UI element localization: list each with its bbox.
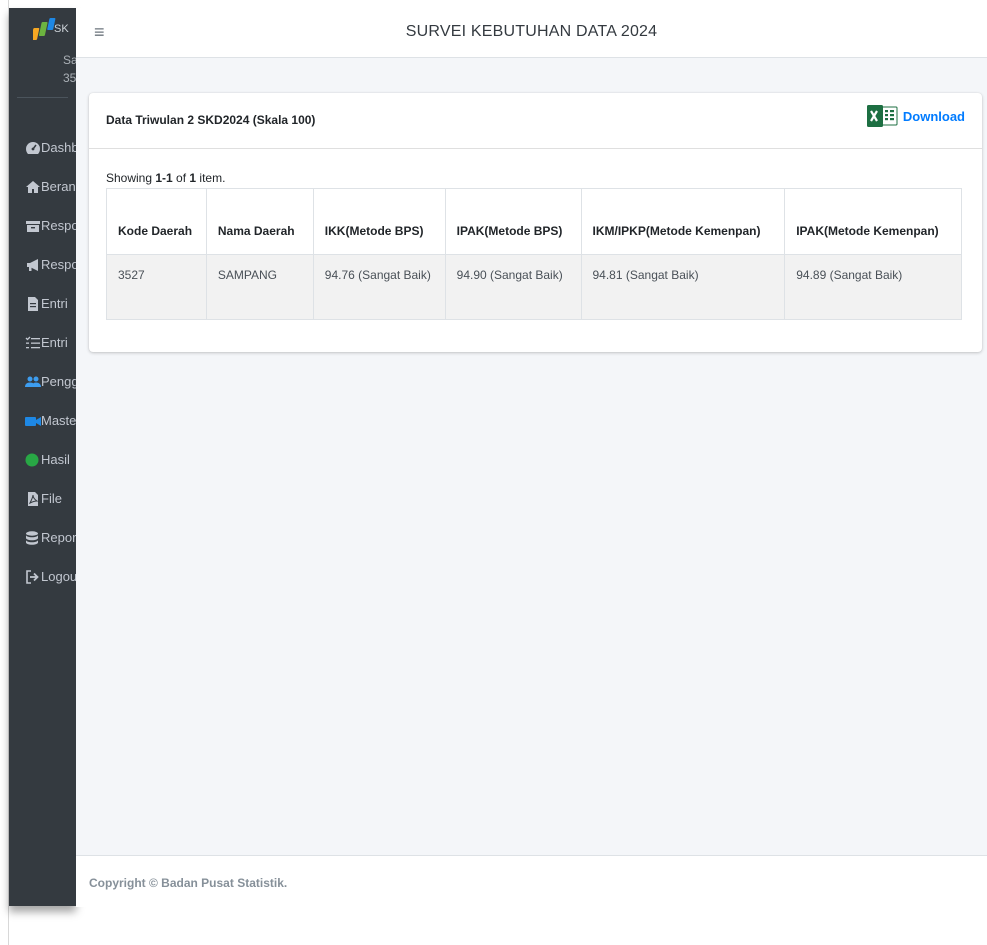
sidebar-item-label: Entri bbox=[41, 335, 68, 350]
sidebar-item-pengguna[interactable]: Pengguna bbox=[9, 362, 76, 401]
sidebar-item-label: Respon bbox=[41, 257, 76, 272]
table-cell-ipak-kemenpan: 94.89 (Sangat Baik) bbox=[784, 254, 962, 320]
sidebar-item-label: Pengguna bbox=[41, 374, 76, 389]
download-button[interactable]: Download bbox=[866, 105, 965, 127]
table-cell-kode-daerah: 3527 bbox=[106, 254, 207, 320]
copyright-text: Copyright © Badan Pusat Statistik. bbox=[89, 876, 288, 890]
excel-icon bbox=[866, 105, 898, 127]
pdf-file-icon bbox=[25, 491, 41, 507]
sidebar-item-label: File bbox=[41, 491, 62, 506]
summary-range: 1-1 bbox=[155, 171, 173, 185]
card-title: Data Triwulan 2 SKD2024 (Skala 100) bbox=[106, 113, 316, 127]
brand-user-name: Sa bbox=[63, 53, 76, 67]
logout-icon bbox=[25, 569, 41, 585]
table-cell-ipak-bps: 94.90 (Sangat Baik) bbox=[444, 254, 582, 320]
column-header-ikm-ipkp-kemenpan[interactable]: IKM/IPKP(Metode Kemenpan) bbox=[580, 188, 786, 255]
column-header-kode-daerah[interactable]: Kode Daerah bbox=[106, 188, 207, 255]
sidebar-item-label: Dashboard bbox=[41, 140, 76, 155]
sidebar-item-dashboard[interactable]: Dashboard bbox=[9, 128, 76, 167]
table-cell-nama-daerah: SAMPANG bbox=[205, 254, 314, 320]
brand-user-code: 35 bbox=[63, 71, 76, 85]
column-header-ipak-kemenpan[interactable]: IPAK(Metode Kemenpan) bbox=[784, 188, 962, 255]
footer: Copyright © Badan Pusat Statistik. bbox=[76, 855, 987, 907]
brand-text: SK bbox=[54, 23, 69, 35]
video-icon bbox=[25, 413, 41, 429]
summary-suffix: item. bbox=[196, 171, 226, 185]
users-icon bbox=[25, 374, 41, 390]
main-content: Data Triwulan 2 SKD2024 (Skala 100) Down… bbox=[76, 58, 987, 855]
list-check-icon bbox=[25, 335, 41, 351]
page: SK Sa 35 Dashboard Beranda Resp bbox=[0, 0, 987, 945]
table-header-row: Kode Daerah Nama Daerah IKK(Metode BPS) … bbox=[106, 188, 962, 255]
card-header: Data Triwulan 2 SKD2024 (Skala 100) Down… bbox=[89, 93, 982, 149]
brand[interactable]: SK Sa 35 bbox=[17, 8, 76, 98]
file-icon bbox=[25, 296, 41, 312]
sidebar-item-respon[interactable]: Respon bbox=[9, 245, 76, 284]
sidebar-item-file[interactable]: File bbox=[9, 479, 76, 518]
table-cell-ikk-bps: 94.76 (Sangat Baik) bbox=[312, 254, 446, 320]
data-table: Kode Daerah Nama Daerah IKK(Metode BPS) … bbox=[106, 188, 962, 320]
download-label: Download bbox=[902, 108, 965, 124]
summary-text: Showing 1-1 of 1 item. bbox=[106, 171, 225, 185]
sidebar-item-beranda[interactable]: Beranda bbox=[9, 167, 76, 206]
sidebar-item-master[interactable]: Master bbox=[9, 401, 76, 440]
sidebar-item-label: Beranda bbox=[41, 179, 76, 194]
archive-box-icon bbox=[25, 218, 41, 234]
circle-icon bbox=[25, 452, 41, 468]
summary-prefix: Showing bbox=[106, 171, 156, 185]
column-header-nama-daerah[interactable]: Nama Daerah bbox=[205, 188, 314, 255]
data-card: Data Triwulan 2 SKD2024 (Skala 100) Down… bbox=[89, 93, 982, 352]
top-navbar: ≡ SURVEI KEBUTUHAN DATA 2024 bbox=[76, 8, 987, 58]
database-icon bbox=[25, 530, 41, 546]
sidebar-item-report[interactable]: Report bbox=[9, 518, 76, 557]
sidebar-item-label: Entri bbox=[41, 296, 68, 311]
sidebar-item-logout[interactable]: Logout bbox=[9, 557, 76, 596]
sidebar-item-label: Logout bbox=[41, 569, 76, 584]
page-title: SURVEI KEBUTUHAN DATA 2024 bbox=[405, 23, 658, 40]
column-header-ikk-bps[interactable]: IKK(Metode BPS) bbox=[312, 188, 446, 255]
column-header-ipak-bps[interactable]: IPAK(Metode BPS) bbox=[444, 188, 582, 255]
sidebar-item-label: Responden bbox=[41, 218, 76, 233]
sidebar-nav: Dashboard Beranda Responden Respon bbox=[9, 128, 76, 596]
bullhorn-icon bbox=[25, 257, 41, 273]
summary-mid: of bbox=[172, 171, 190, 185]
window-edge bbox=[0, 0, 9, 945]
sidebar-item-label: Report bbox=[41, 530, 76, 545]
sidebar-item-responden[interactable]: Responden bbox=[9, 206, 76, 245]
sidebar-item-entri-list[interactable]: Entri bbox=[9, 323, 76, 362]
sidebar-item-label: Master bbox=[41, 413, 76, 428]
sidebar-item-entri[interactable]: Entri bbox=[9, 284, 76, 323]
sidebar: SK Sa 35 Dashboard Beranda Resp bbox=[9, 8, 76, 906]
dashboard-gauge-icon bbox=[25, 140, 41, 156]
sidebar-item-hasil[interactable]: Hasil bbox=[9, 440, 76, 479]
table-row: 3527 SAMPANG 94.76 (Sangat Baik) 94.90 (… bbox=[106, 254, 962, 320]
sidebar-item-label: Hasil bbox=[41, 452, 70, 467]
home-icon bbox=[25, 179, 41, 195]
table-cell-ikm-ipkp-kemenpan: 94.81 (Sangat Baik) bbox=[580, 254, 786, 320]
